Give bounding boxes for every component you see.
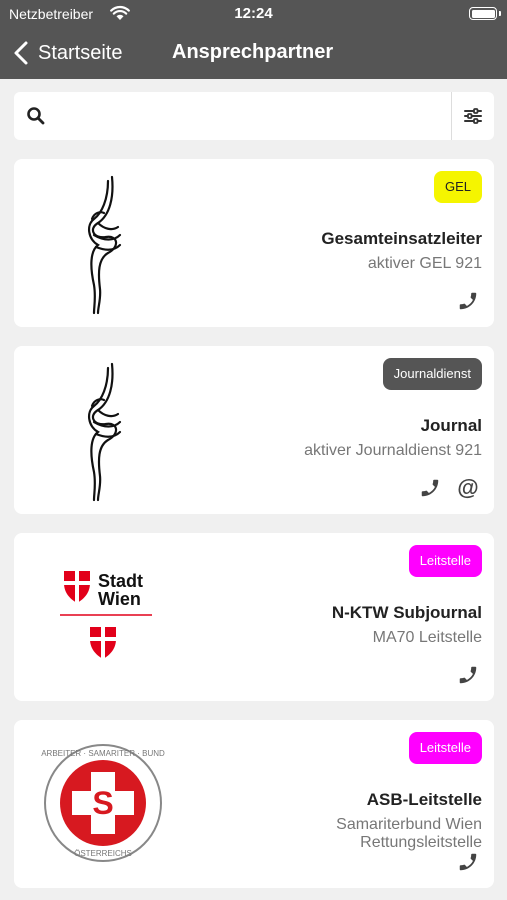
search-icon [27, 107, 45, 125]
call-button[interactable] [456, 663, 480, 687]
status-bar: Netzbetreiber 12:24 [0, 0, 507, 28]
card-actions [456, 663, 480, 687]
contact-subtitle: Samariterbund Wien Rettungsleitstelle [336, 816, 482, 852]
subtitle-line: Samariterbund Wien [336, 816, 482, 833]
card-actions: @ [418, 476, 480, 500]
phone-icon [459, 292, 477, 310]
back-button[interactable]: Startseite [12, 38, 122, 68]
top-bar: Netzbetreiber 12:24 Startseite Ansprechp… [0, 0, 507, 79]
contact-card[interactable]: Stadt Wien Leitstelle N-KTW Subjournal M… [14, 533, 494, 701]
role-badge: Leitstelle [408, 732, 482, 764]
status-time: 12:24 [234, 5, 273, 22]
role-badge: Journaldienst [382, 358, 482, 390]
card-actions [456, 289, 480, 313]
phone-icon [421, 479, 439, 497]
call-button[interactable] [456, 850, 480, 874]
contact-subtitle: MA70 Leitstelle [373, 629, 482, 647]
card-actions [456, 850, 480, 874]
logo-stadt: Stadt [98, 571, 143, 591]
page-title: Ansprechpartner [172, 41, 334, 63]
knot-logo [88, 362, 122, 502]
logo-letter: S [92, 785, 113, 821]
call-button[interactable] [418, 476, 442, 500]
phone-icon [459, 666, 477, 684]
contact-title: ASB-Leitstelle [366, 790, 482, 809]
contact-subtitle: aktiver Journaldienst 921 [304, 442, 482, 460]
back-label: Startseite [38, 41, 123, 64]
sliders-icon [464, 108, 482, 124]
logo-ring-bottom: ÖSTERREICHS [74, 849, 132, 858]
subtitle-line: MA70 Leitstelle [372, 629, 482, 646]
contact-title: N-KTW Subjournal [331, 603, 482, 622]
asb-logo: S ARBEITER · SAMARITER · BUND ÖSTERREICH… [41, 744, 165, 862]
logo-wien: Wien [98, 589, 141, 609]
knot-logo [88, 175, 122, 315]
battery-icon [469, 7, 501, 20]
logo-ring-top: ARBEITER · SAMARITER · BUND [41, 749, 165, 758]
search-input[interactable] [58, 100, 438, 132]
contact-card[interactable]: GEL Gesamteinsatzleiter aktiver GEL 921 [14, 159, 494, 327]
contact-title: Gesamteinsatzleiter [321, 229, 482, 248]
chevron-left-icon [14, 41, 28, 65]
role-badge: GEL [433, 171, 482, 203]
contact-card[interactable]: Journaldienst Journal aktiver Journaldie… [14, 346, 494, 514]
filter-button[interactable] [452, 92, 494, 140]
contact-subtitle: aktiver GEL 921 [368, 255, 482, 273]
subtitle-line: aktiver Journaldienst 921 [304, 442, 482, 459]
navigation-bar: Startseite Ansprechpartner [0, 28, 507, 79]
phone-icon [459, 853, 477, 871]
contact-title: Journal [420, 416, 482, 435]
email-button[interactable]: @ [456, 476, 480, 500]
subtitle-line: aktiver GEL 921 [367, 255, 482, 272]
search-bar [14, 92, 494, 140]
at-icon: @ [457, 475, 479, 500]
call-button[interactable] [456, 289, 480, 313]
role-badge: Leitstelle [408, 545, 482, 577]
contact-card[interactable]: S ARBEITER · SAMARITER · BUND ÖSTERREICH… [14, 720, 494, 888]
stadt-wien-logo: Stadt Wien [60, 571, 152, 659]
